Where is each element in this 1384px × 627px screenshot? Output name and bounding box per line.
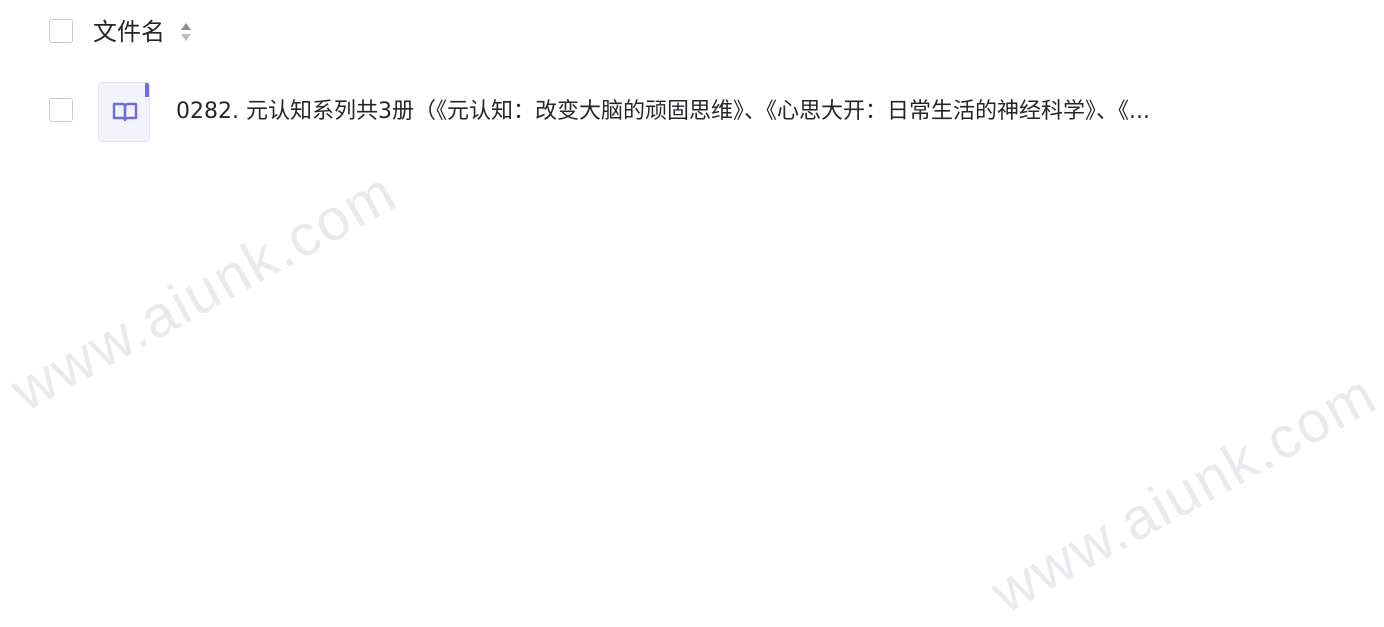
list-header: 文件名 — [0, 0, 1384, 66]
list-item[interactable]: 0282. 元认知系列共3册（《元认知：改变大脑的顽固思维》、《心思大开：日常生… — [0, 76, 1384, 148]
watermark: www.aiunk.com — [0, 158, 408, 424]
file-thumbnail[interactable] — [98, 82, 150, 142]
column-header-filename[interactable]: 文件名 — [93, 16, 165, 48]
watermark: www.aiunk.com — [980, 360, 1384, 626]
select-all-checkbox[interactable] — [49, 19, 73, 43]
file-name-link[interactable]: 0282. 元认知系列共3册（《元认知：改变大脑的顽固思维》、《心思大开：日常生… — [176, 96, 1266, 128]
row-checkbox[interactable] — [49, 98, 73, 122]
thumbnail-corner — [145, 83, 149, 97]
sort-updown-icon[interactable] — [179, 21, 193, 43]
